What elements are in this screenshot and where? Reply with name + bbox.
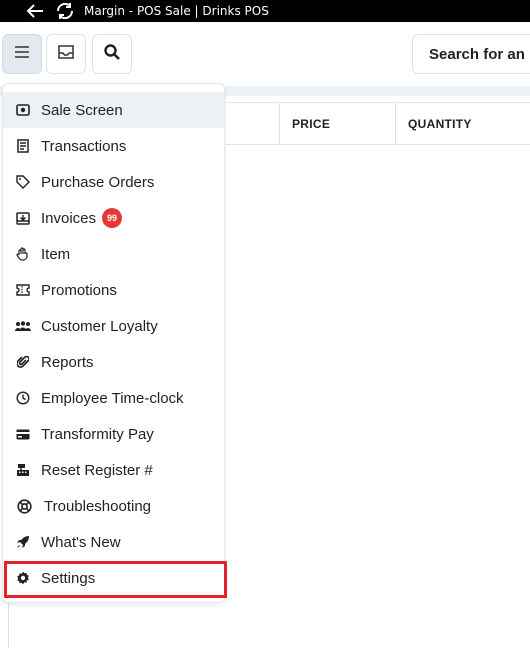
clock-icon — [15, 390, 31, 406]
toolbar: Search for an — [0, 22, 530, 86]
menu-item-reports[interactable]: Reports — [3, 344, 224, 380]
menu-item-label: Invoices — [41, 209, 97, 227]
menu-item-employee-time-clock[interactable]: Employee Time-clock — [3, 380, 224, 416]
search-input[interactable]: Search for an — [412, 34, 530, 74]
hamburger-icon — [15, 45, 29, 63]
menu-item-transactions[interactable]: Transactions — [3, 128, 224, 164]
tag-icon — [15, 174, 31, 190]
menu-item-customer-loyalty[interactable]: Customer Loyalty — [3, 308, 224, 344]
register-icon — [15, 462, 31, 478]
credit-card-icon — [15, 426, 31, 442]
menu-item-label: Reset Register # — [41, 461, 153, 479]
receipt-icon — [15, 138, 31, 154]
menu-item-reset-register[interactable]: Reset Register # — [3, 452, 224, 488]
lifebuoy-icon — [16, 498, 32, 514]
invoices-badge: 99 — [102, 208, 123, 228]
navigation-menu: Sale Screen Transactions Purchase Orders… — [2, 83, 225, 603]
menu-item-label: Promotions — [41, 281, 117, 299]
column-divider — [279, 103, 280, 144]
menu-item-troubleshooting[interactable]: Troubleshooting — [3, 488, 224, 524]
menu-item-label: Reports — [41, 353, 94, 371]
inbox-tray-icon — [57, 44, 75, 65]
menu-item-label: Employee Time-clock — [41, 389, 184, 407]
search-placeholder: Search for an — [429, 45, 525, 63]
column-header-quantity[interactable]: QUANTITY — [408, 103, 472, 144]
menu-item-sale-screen[interactable]: Sale Screen — [3, 92, 224, 128]
inbox-icon — [15, 210, 31, 226]
menu-item-label: Purchase Orders — [41, 173, 155, 191]
menu-item-label: Transactions — [41, 137, 127, 155]
menu-item-item[interactable]: Item — [3, 236, 224, 272]
window-title: Margin - POS Sale | Drinks POS — [84, 4, 269, 18]
back-arrow-icon[interactable] — [24, 0, 46, 22]
settings-highlight-box — [4, 561, 227, 598]
table-header: PRICE QUANTITY — [226, 102, 530, 145]
menu-item-whats-new[interactable]: What's New — [3, 524, 224, 560]
column-header-price[interactable]: PRICE — [292, 103, 330, 144]
refresh-icon[interactable] — [54, 0, 76, 22]
column-divider — [395, 103, 396, 144]
menu-item-invoices[interactable]: Invoices 99 — [3, 200, 224, 236]
users-icon — [15, 318, 31, 334]
rocket-icon — [15, 534, 31, 550]
search-icon — [104, 43, 120, 65]
menu-item-label: Item — [41, 245, 71, 263]
paperclip-icon — [15, 354, 31, 370]
menu-item-label: Sale Screen — [41, 101, 123, 119]
menu-item-label: Customer Loyalty — [41, 317, 158, 335]
inbox-button[interactable] — [46, 34, 86, 74]
ticket-icon — [15, 282, 31, 298]
menu-item-label: Troubleshooting — [44, 497, 152, 515]
menu-item-purchase-orders[interactable]: Purchase Orders — [3, 164, 224, 200]
sale-screen-icon — [15, 102, 31, 118]
title-bar: Margin - POS Sale | Drinks POS — [0, 0, 530, 22]
search-button[interactable] — [92, 34, 132, 74]
menu-item-transformity-pay[interactable]: Transformity Pay — [3, 416, 224, 452]
menu-item-promotions[interactable]: Promotions — [3, 272, 224, 308]
menu-item-label: Transformity Pay — [41, 425, 154, 443]
menu-item-label: What's New — [41, 533, 121, 551]
hand-icon — [15, 246, 31, 262]
menu-toggle-button[interactable] — [2, 34, 42, 74]
